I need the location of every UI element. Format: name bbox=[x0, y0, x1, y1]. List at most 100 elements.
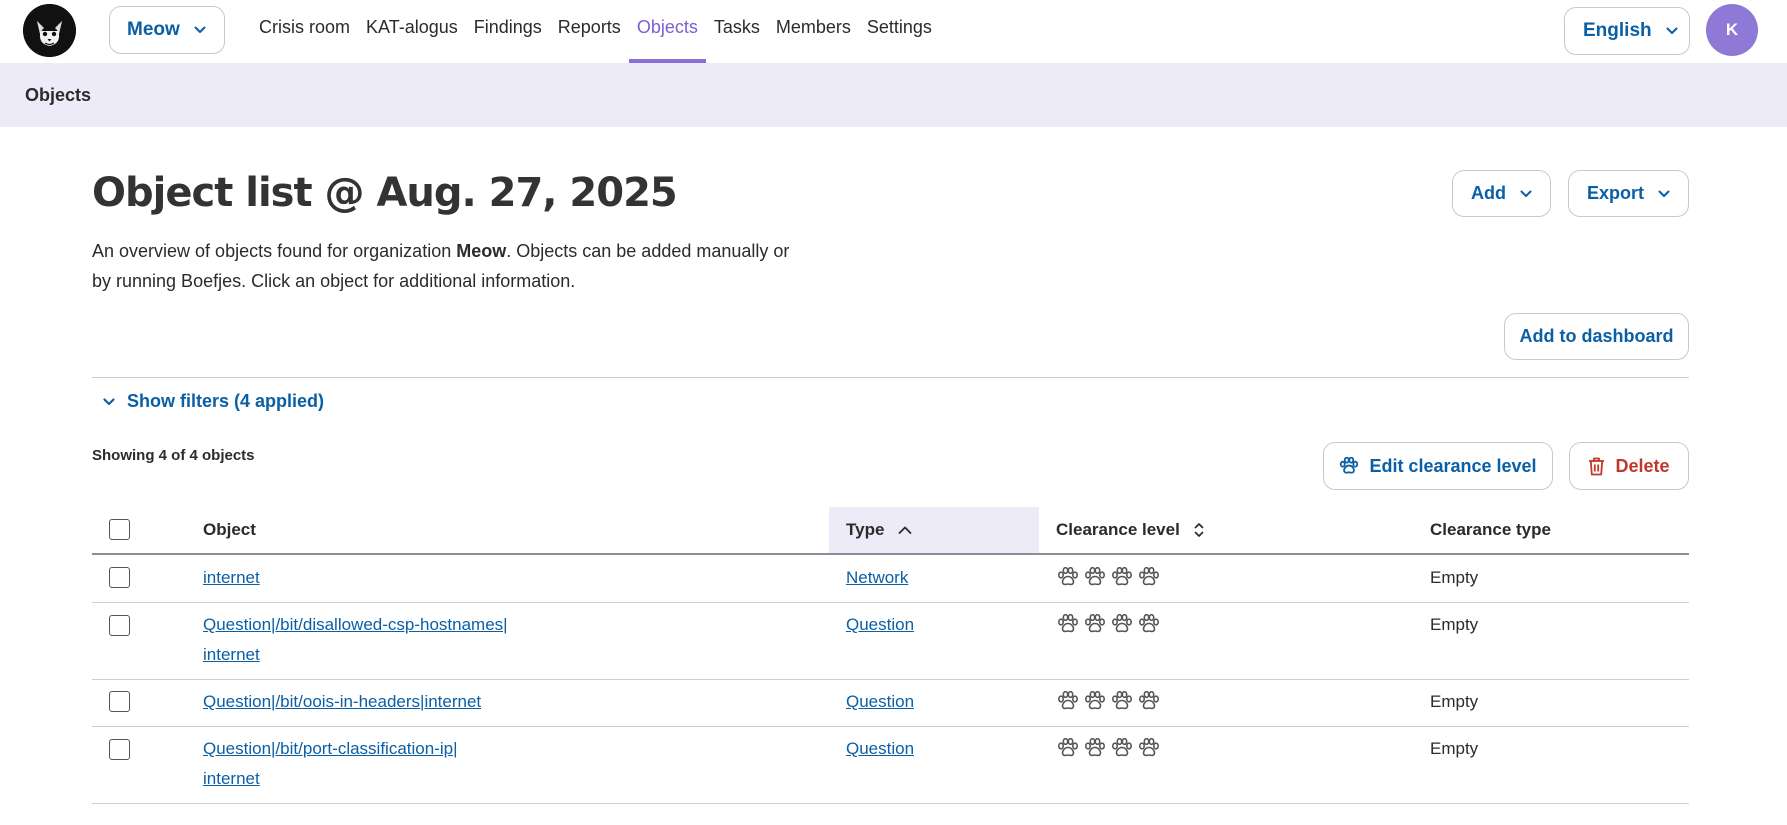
edit-clearance-level-label: Edit clearance level bbox=[1369, 455, 1537, 476]
paw-outline-icon bbox=[1111, 614, 1133, 633]
object-link[interactable]: internet bbox=[203, 568, 260, 587]
user-avatar[interactable]: K bbox=[1706, 4, 1758, 56]
type-cell: Network bbox=[846, 563, 908, 593]
object-link-line1: Question|/bit/port-classification-ip| bbox=[203, 739, 458, 758]
paw-outline-icon bbox=[1138, 738, 1160, 757]
top-navigation: Meow Crisis room KAT-alogus Findings Rep… bbox=[0, 0, 1787, 63]
page-title: Object list @ Aug. 27, 2025 bbox=[92, 170, 678, 216]
nav-crisis-room[interactable]: Crisis room bbox=[251, 0, 358, 63]
paw-icon bbox=[1340, 457, 1359, 474]
paw-outline-icon bbox=[1111, 738, 1133, 757]
paw-outline-icon bbox=[1084, 567, 1106, 586]
type-link[interactable]: Question bbox=[846, 615, 914, 634]
table-row: Question|/bit/oois-in-headers|internet Q… bbox=[92, 680, 1689, 727]
language-select-label: English bbox=[1583, 20, 1652, 41]
breadcrumb: Objects bbox=[0, 63, 1787, 127]
column-header-object: Object bbox=[203, 507, 256, 553]
nav-objects[interactable]: Objects bbox=[628, 0, 706, 63]
paw-outline-icon bbox=[1138, 691, 1160, 710]
paw-outline-icon bbox=[1084, 691, 1106, 710]
object-link[interactable]: Question|/bit/disallowed-csp-hostnames| i… bbox=[203, 615, 508, 664]
type-link[interactable]: Question bbox=[846, 739, 914, 758]
object-cell: Question|/bit/oois-in-headers|internet bbox=[203, 687, 481, 717]
page-intro: An overview of objects found for organiz… bbox=[92, 236, 792, 296]
chevron-down-icon bbox=[194, 26, 206, 33]
add-button[interactable]: Add bbox=[1452, 170, 1551, 217]
add-to-dashboard-button[interactable]: Add to dashboard bbox=[1504, 313, 1689, 360]
show-filters-label: Show filters (4 applied) bbox=[127, 391, 325, 411]
object-link[interactable]: Question|/bit/port-classification-ip| int… bbox=[203, 739, 458, 788]
chevron-down-icon bbox=[1520, 190, 1532, 197]
clearance-type-cell: Empty bbox=[1430, 739, 1479, 758]
add-button-label: Add bbox=[1471, 183, 1506, 203]
object-cell: Question|/bit/port-classification-ip| int… bbox=[203, 734, 458, 794]
paw-outline-icon bbox=[1111, 691, 1133, 710]
clearance-type-cell: Empty bbox=[1430, 615, 1479, 634]
delete-button[interactable]: Delete bbox=[1569, 442, 1689, 490]
nav-reports[interactable]: Reports bbox=[550, 0, 629, 63]
paw-outline-icon bbox=[1138, 567, 1160, 586]
column-header-type[interactable]: Type bbox=[829, 507, 1039, 553]
paw-outline-icon bbox=[1057, 691, 1079, 710]
clearance-level-paws bbox=[1057, 567, 1160, 587]
export-button[interactable]: Export bbox=[1568, 170, 1689, 217]
clearance-level-paws bbox=[1057, 691, 1160, 711]
row-checkbox[interactable] bbox=[109, 615, 130, 636]
breadcrumb-objects[interactable]: Objects bbox=[25, 85, 91, 106]
sort-ascending-icon bbox=[899, 526, 912, 534]
type-cell: Question bbox=[846, 687, 914, 717]
object-link[interactable]: Question|/bit/oois-in-headers|internet bbox=[203, 692, 481, 711]
nav-findings[interactable]: Findings bbox=[466, 0, 550, 63]
column-header-clearance-type-label: Clearance type bbox=[1430, 520, 1551, 539]
intro-organization: Meow bbox=[456, 241, 507, 261]
object-cell: internet bbox=[203, 563, 260, 593]
chevron-down-icon bbox=[103, 397, 115, 405]
paw-outline-icon bbox=[1084, 738, 1106, 757]
clearance-level-paws bbox=[1057, 738, 1160, 758]
column-header-type-label: Type bbox=[846, 520, 885, 539]
sort-unsorted-icon bbox=[1194, 523, 1204, 537]
delete-button-label: Delete bbox=[1615, 455, 1670, 476]
export-button-label: Export bbox=[1586, 183, 1644, 203]
show-filters-toggle[interactable]: Show filters (4 applied) bbox=[103, 391, 324, 412]
clearance-level-paws bbox=[1057, 614, 1160, 634]
table-header: Object Type Clearance level Clearance ty… bbox=[92, 507, 1689, 555]
type-link[interactable]: Question bbox=[846, 692, 914, 711]
trash-icon bbox=[1589, 457, 1605, 475]
type-cell: Question bbox=[846, 734, 914, 764]
object-cell: Question|/bit/disallowed-csp-hostnames| i… bbox=[203, 610, 508, 670]
row-checkbox[interactable] bbox=[109, 739, 130, 760]
paw-outline-icon bbox=[1057, 567, 1079, 586]
row-checkbox[interactable] bbox=[109, 567, 130, 588]
column-header-object-label: Object bbox=[203, 520, 256, 539]
paw-outline-icon bbox=[1057, 738, 1079, 757]
paw-outline-icon bbox=[1138, 614, 1160, 633]
table-row: internet Network Empty bbox=[92, 555, 1689, 603]
object-table: Object Type Clearance level Clearance ty… bbox=[92, 507, 1689, 804]
paw-outline-icon bbox=[1057, 614, 1079, 633]
object-link-line2: internet bbox=[203, 645, 260, 664]
cat-logo-icon[interactable] bbox=[23, 4, 76, 57]
organization-select[interactable]: Meow bbox=[109, 6, 225, 54]
main-nav: Crisis room KAT-alogus Findings Reports … bbox=[251, 0, 940, 63]
chevron-down-icon bbox=[1658, 190, 1670, 197]
column-header-clearance-level[interactable]: Clearance level bbox=[1056, 507, 1204, 553]
chevron-down-icon bbox=[1666, 27, 1678, 34]
select-all-checkbox[interactable] bbox=[109, 519, 130, 540]
clearance-type-cell: Empty bbox=[1430, 692, 1479, 711]
intro-text-before: An overview of objects found for organiz… bbox=[92, 241, 457, 261]
nav-members[interactable]: Members bbox=[768, 0, 859, 63]
edit-clearance-level-button[interactable]: Edit clearance level bbox=[1323, 442, 1553, 490]
nav-tasks[interactable]: Tasks bbox=[706, 0, 768, 63]
column-header-clearance-type: Clearance type bbox=[1430, 507, 1551, 553]
organization-select-label: Meow bbox=[127, 19, 180, 40]
language-select[interactable]: English bbox=[1564, 7, 1690, 55]
nav-kat-alogus[interactable]: KAT-alogus bbox=[358, 0, 466, 63]
clearance-type-cell: Empty bbox=[1430, 568, 1479, 587]
result-count: Showing 4 of 4 objects bbox=[92, 447, 255, 464]
row-checkbox[interactable] bbox=[109, 691, 130, 712]
nav-settings[interactable]: Settings bbox=[859, 0, 940, 63]
type-link[interactable]: Network bbox=[846, 568, 908, 587]
object-link-line2: internet bbox=[203, 769, 260, 788]
section-divider bbox=[92, 377, 1689, 378]
